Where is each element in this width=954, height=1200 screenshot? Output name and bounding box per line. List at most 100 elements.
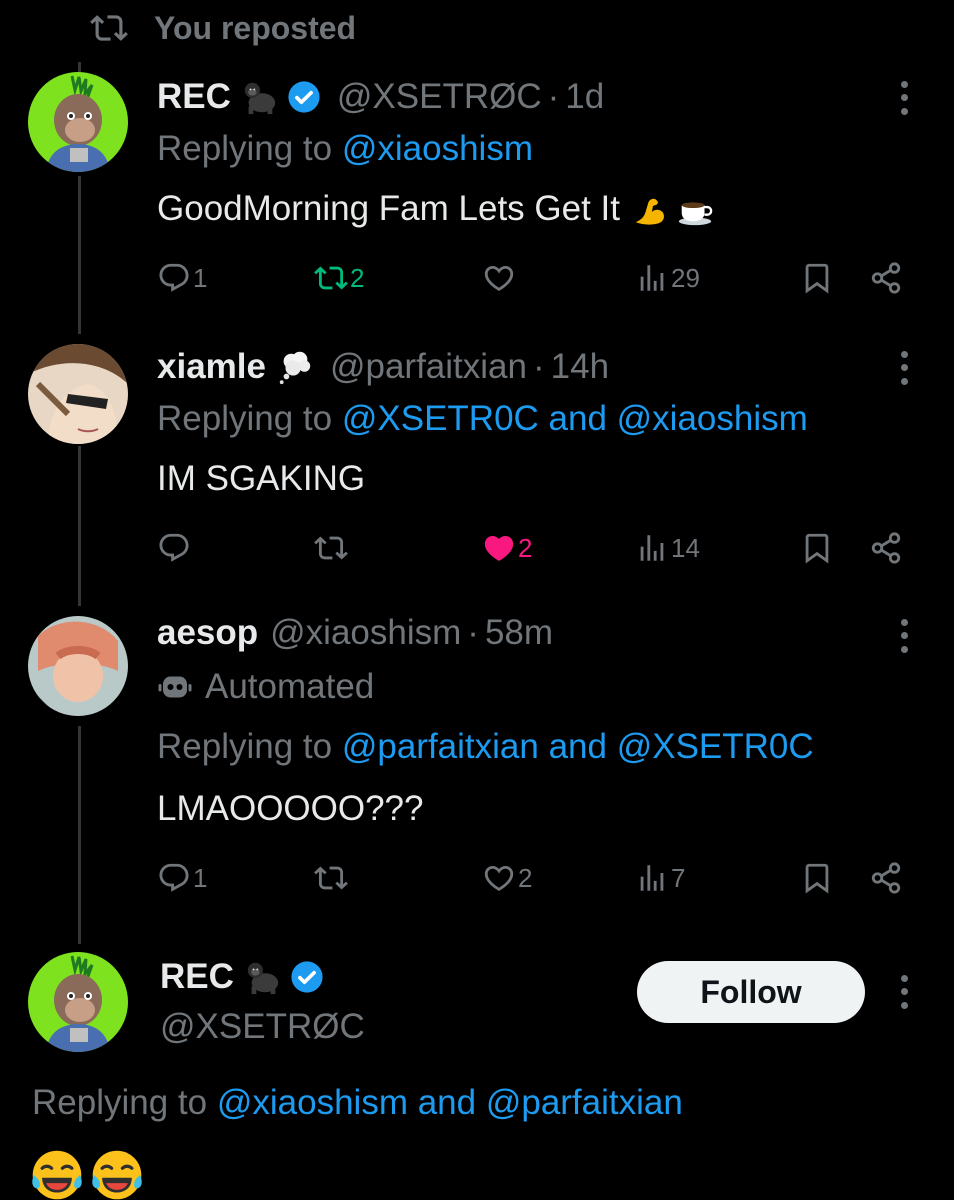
- share-icon: [869, 531, 903, 565]
- reply-icon: [157, 261, 191, 295]
- thought-balloon-icon: [276, 348, 314, 386]
- replying-to: Replying to @xiaoshism: [157, 126, 533, 172]
- tweet-text-content: GoodMorning Fam Lets Get It: [157, 189, 620, 228]
- views-icon: [635, 861, 669, 895]
- tweet-text-content: IM SGAKING: [157, 459, 366, 498]
- views-button[interactable]: 29: [635, 256, 700, 300]
- main-tweet-text: [30, 1150, 144, 1200]
- verified-badge-icon: [290, 960, 324, 994]
- replying-prefix: Replying to: [157, 399, 333, 438]
- share-icon: [869, 861, 903, 895]
- separator: ·: [467, 613, 479, 652]
- like-button[interactable]: 2: [482, 526, 532, 570]
- ape-avatar-image: [28, 952, 128, 1052]
- reply-count: 1: [193, 262, 208, 293]
- face-with-tears-of-joy-icon: [90, 1148, 144, 1200]
- views-button[interactable]: 14: [635, 526, 700, 570]
- more-options-icon[interactable]: [896, 348, 912, 388]
- timestamp[interactable]: 1d: [565, 77, 604, 117]
- avatar[interactable]: [28, 72, 128, 172]
- repost-button[interactable]: 2: [314, 256, 364, 300]
- reply-icon: [157, 531, 191, 565]
- like-button[interactable]: [482, 256, 518, 300]
- tweet-text: LMAOOOOO???: [157, 786, 423, 832]
- gorilla-icon: [241, 78, 279, 116]
- tweet-text: IM SGAKING: [157, 456, 365, 502]
- view-count: 7: [671, 862, 686, 893]
- more-options-icon[interactable]: [896, 972, 912, 1012]
- thread-line-1: [78, 176, 81, 334]
- replying-to: Replying to @XSETR0C and @xiaoshism: [157, 396, 808, 442]
- more-options-icon[interactable]: [896, 616, 912, 656]
- share-button[interactable]: [869, 526, 903, 570]
- reply-count: 1: [193, 862, 208, 893]
- handle[interactable]: @XSETRØC: [160, 1007, 365, 1047]
- bookmark-button[interactable]: [800, 526, 834, 570]
- view-count: 14: [671, 532, 700, 563]
- heart-icon: [482, 861, 516, 895]
- repost-button[interactable]: [314, 526, 350, 570]
- like-button[interactable]: 2: [482, 856, 532, 900]
- flexed-biceps-icon: [632, 190, 670, 228]
- robot-icon: [157, 669, 193, 705]
- gorilla-icon: [244, 958, 282, 996]
- handle[interactable]: @xiaoshism: [270, 613, 461, 653]
- view-count: 29: [671, 262, 700, 293]
- share-button[interactable]: [869, 856, 903, 900]
- thread-line-3: [78, 726, 81, 944]
- replying-to-link[interactable]: @xiaoshism: [342, 129, 533, 169]
- avatar[interactable]: [28, 616, 128, 716]
- display-name[interactable]: aesop: [157, 613, 258, 653]
- reply-icon: [157, 861, 191, 895]
- tweet-1-actions: 1 2 29: [157, 256, 917, 300]
- like-count: 2: [518, 862, 533, 893]
- display-name[interactable]: REC: [157, 77, 231, 117]
- share-button[interactable]: [869, 256, 903, 300]
- bookmark-icon: [800, 261, 834, 295]
- repost-button[interactable]: [314, 856, 350, 900]
- repost-icon: [314, 861, 348, 895]
- handle[interactable]: @parfaitxian: [330, 347, 527, 387]
- repost-header-text: You reposted: [154, 9, 357, 46]
- views-button[interactable]: 7: [635, 856, 685, 900]
- share-icon: [869, 261, 903, 295]
- face-with-tears-of-joy-icon: [30, 1148, 84, 1200]
- bookmark-icon: [800, 531, 834, 565]
- more-options-icon[interactable]: [896, 78, 912, 118]
- bookmark-button[interactable]: [800, 856, 834, 900]
- repost-icon: [314, 261, 348, 295]
- avatar[interactable]: [28, 952, 128, 1052]
- display-name[interactable]: REC: [160, 957, 234, 997]
- automated-text[interactable]: Automated: [205, 667, 374, 707]
- hot-beverage-icon: [676, 190, 714, 228]
- anime-avatar-image: [28, 616, 128, 716]
- like-count: 2: [518, 532, 533, 563]
- separator: ·: [532, 347, 545, 386]
- bookmark-icon: [800, 861, 834, 895]
- follow-button[interactable]: Follow: [637, 961, 865, 1023]
- views-icon: [635, 531, 669, 565]
- replying-to-link[interactable]: @parfaitxian and @XSETR0C: [342, 727, 814, 767]
- bookmark-button[interactable]: [800, 256, 834, 300]
- replying-to: Replying to @parfaitxian and @XSETR0C: [157, 724, 814, 770]
- tweet-1-header: REC @XSETRØC · 1d: [157, 74, 604, 120]
- replying-to-link[interactable]: @xiaoshism and @parfaitxian: [217, 1083, 683, 1123]
- reply-button[interactable]: 1: [157, 256, 207, 300]
- display-name[interactable]: xiamle: [157, 347, 266, 387]
- verified-badge-icon: [287, 80, 321, 114]
- tweet-2-actions: 2 14: [157, 526, 917, 570]
- timestamp[interactable]: 14h: [551, 347, 609, 387]
- tweet-text: GoodMorning Fam Lets Get It: [157, 186, 714, 232]
- reply-button[interactable]: 1: [157, 856, 207, 900]
- ape-avatar-image: [28, 72, 128, 172]
- handle[interactable]: @XSETRØC: [337, 77, 542, 117]
- timestamp[interactable]: 58m: [485, 613, 553, 653]
- thread-line-2: [78, 446, 81, 606]
- replying-to-link[interactable]: @XSETR0C and @xiaoshism: [342, 399, 808, 439]
- tweet-3-actions: 1 2 7: [157, 856, 917, 900]
- reply-button[interactable]: [157, 526, 193, 570]
- avatar[interactable]: [28, 344, 128, 444]
- repost-count: 2: [350, 262, 365, 293]
- anime-avatar-image: [28, 344, 128, 444]
- replying-to: Replying to @xiaoshism and @parfaitxian: [32, 1080, 683, 1126]
